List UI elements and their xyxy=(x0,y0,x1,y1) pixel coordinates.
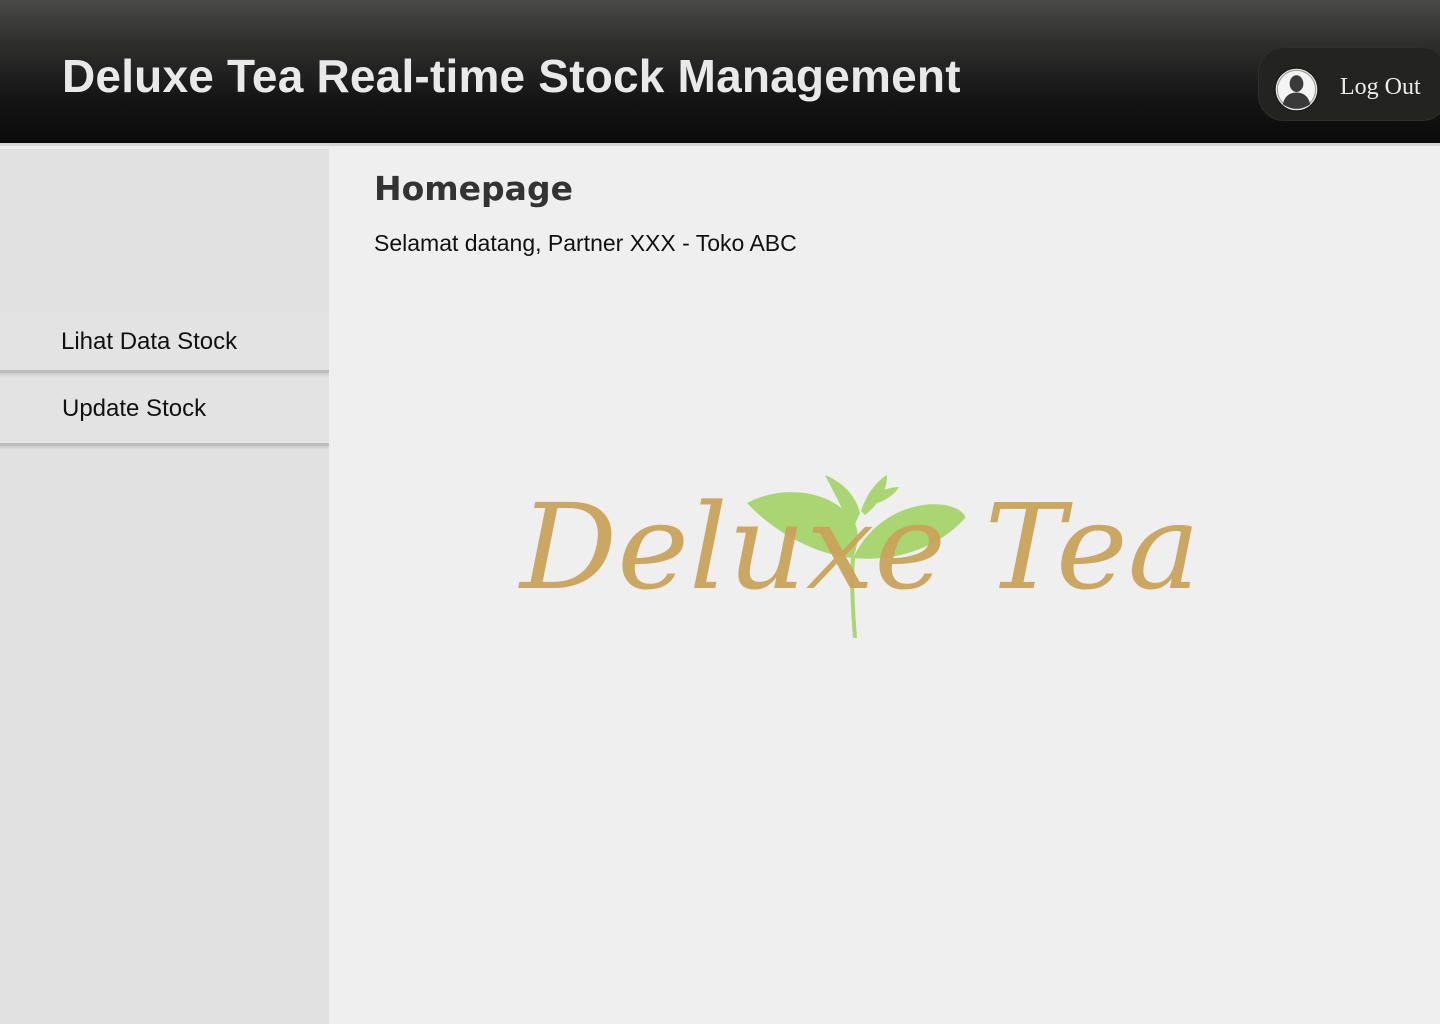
sidebar: Lihat Data Stock Update Stock xyxy=(0,149,329,1024)
app-title: Deluxe Tea Real-time Stock Management xyxy=(62,50,961,102)
sidebar-item-label: Lihat Data Stock xyxy=(61,328,238,355)
logo-text: Deluxe Tea xyxy=(518,478,1200,616)
sidebar-item-lihat-data-stock[interactable]: Lihat Data Stock xyxy=(0,311,329,373)
main-content: Homepage Selamat datang, Partner XXX - T… xyxy=(329,153,1440,1024)
logout-button[interactable]: Log Out xyxy=(1258,47,1440,121)
welcome-message: Selamat datang, Partner XXX - Toko ABC xyxy=(374,230,797,256)
page-title: Homepage xyxy=(374,169,573,208)
sidebar-item-update-stock[interactable]: Update Stock xyxy=(0,378,329,446)
user-avatar-icon xyxy=(1274,67,1319,112)
deluxe-tea-logo: Deluxe Tea xyxy=(518,475,1200,639)
logout-label: Log Out xyxy=(1340,74,1421,100)
app-header: Deluxe Tea Real-time Stock Management Lo… xyxy=(0,0,1440,146)
sidebar-item-label: Update Stock xyxy=(62,395,207,422)
